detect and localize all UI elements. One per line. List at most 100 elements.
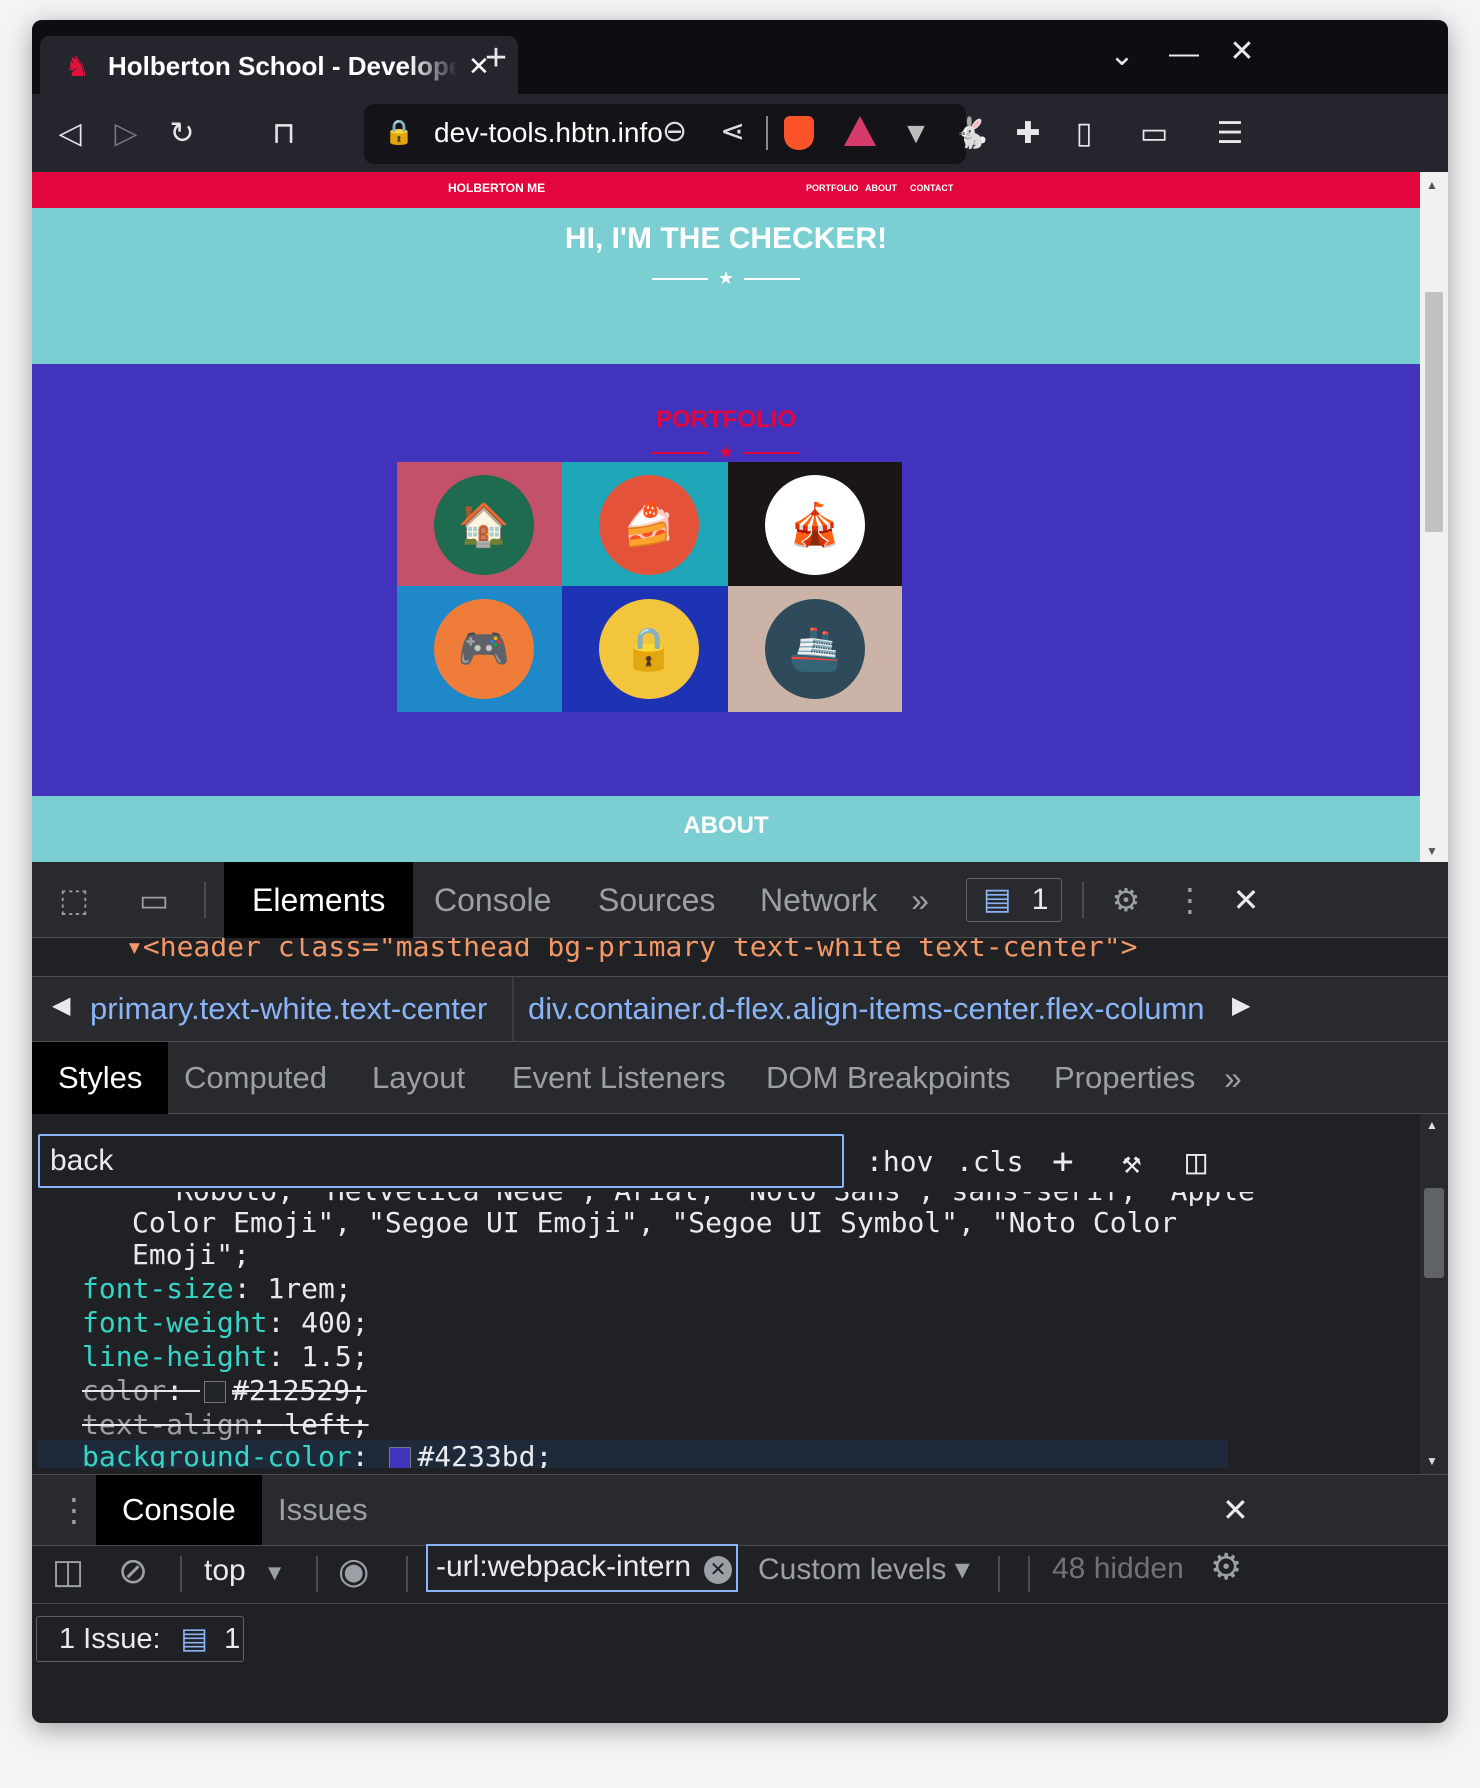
close-devtools-icon[interactable]: ✕ [1222, 862, 1270, 938]
minimize-icon[interactable]: — [1162, 34, 1206, 74]
tab-list-icon[interactable]: ⌄ [1100, 36, 1144, 76]
tab-styles[interactable]: Styles [32, 1042, 169, 1114]
breadcrumb: ◀ primary.text-white.text-center div.con… [32, 976, 1448, 1042]
close-drawer-icon[interactable]: ✕ [1222, 1475, 1249, 1545]
paint-brush-icon[interactable]: ⚒ [1122, 1138, 1141, 1186]
styles-filter-input[interactable] [38, 1134, 844, 1188]
zoom-icon[interactable]: ⊖ [662, 114, 687, 149]
window-close-icon[interactable]: ✕ [1220, 32, 1264, 72]
tab-elements[interactable]: Elements [224, 862, 414, 938]
hover-state-button[interactable]: :hov [866, 1138, 933, 1186]
portfolio-item[interactable]: 🔒 [562, 586, 736, 712]
tab-dom-breakpoints[interactable]: DOM Breakpoints [740, 1042, 1037, 1114]
brave-shields-icon[interactable] [784, 116, 814, 150]
browser-tab[interactable]: ♞ Holberton School - Developer t ✕ [40, 36, 518, 96]
new-tab-button[interactable]: + [474, 38, 518, 78]
dom-node-header[interactable]: ▾<header class="masthead bg-primary text… [126, 938, 1137, 963]
site-brand[interactable]: HOLBERTON ME [448, 181, 545, 195]
breadcrumb-right-icon[interactable]: ▶ [1232, 991, 1250, 1020]
hero-divider: ★ [32, 268, 1420, 289]
device-toolbar-icon[interactable]: ▭ [126, 862, 182, 938]
chevron-down-icon: ▼ [263, 1560, 286, 1585]
hero-title: HI, I'M THE CHECKER! [564, 222, 888, 255]
drawer-menu-icon[interactable]: ⋮ [58, 1475, 90, 1545]
vpn-icon[interactable]: ▼ [894, 114, 938, 154]
address-bar[interactable]: 🔒 dev-tools.hbtn.info ⊖ ⋖ [364, 104, 966, 164]
rabbit-extension-icon[interactable]: 🐇 [950, 114, 994, 154]
nav-link-about[interactable]: ABOUT [865, 183, 897, 193]
portfolio-item[interactable]: 🎪 [728, 462, 902, 588]
portfolio-item[interactable]: 🍰 [562, 462, 736, 588]
console-settings-icon[interactable]: ⚙ [1210, 1546, 1242, 1588]
game-controller-icon: 🎮 [434, 599, 534, 699]
tab-sources[interactable]: Sources [570, 862, 743, 938]
scroll-up-icon[interactable]: ▲ [1426, 178, 1438, 192]
issues-count: 1 [1031, 883, 1049, 916]
menu-icon[interactable]: ☰ [1208, 114, 1252, 154]
portfolio-item[interactable]: 🎮 [397, 586, 571, 712]
portfolio-divider: ★ [32, 442, 1420, 463]
console-sidebar-icon[interactable]: ◫ [52, 1552, 84, 1592]
bookmark-icon[interactable]: ⊓ [262, 114, 306, 154]
color-swatch[interactable] [389, 1447, 412, 1468]
forward-icon[interactable]: ▷ [104, 114, 148, 154]
css-value-continuation: Emoji"; [132, 1238, 251, 1271]
log-levels-dropdown[interactable]: Custom levels ▾ [758, 1552, 970, 1587]
brave-rewards-icon[interactable] [844, 116, 876, 146]
reload-icon[interactable]: ↻ [160, 114, 204, 154]
class-toggle-button[interactable]: .cls [956, 1138, 1023, 1186]
context-selector[interactable]: top ▼ [204, 1554, 286, 1588]
portfolio-item[interactable]: 🚢 [728, 586, 902, 712]
css-declaration-overridden[interactable]: color: #212529; [82, 1374, 367, 1408]
new-rule-icon[interactable]: + [1052, 1138, 1074, 1186]
back-icon[interactable]: ◁ [48, 114, 92, 154]
css-declaration[interactable]: font-size: 1rem; [82, 1272, 352, 1306]
more-tabs-icon[interactable]: » [900, 862, 940, 938]
tab-event-listeners[interactable]: Event Listeners [486, 1042, 752, 1114]
issues-link[interactable]: 1 Issue: ▤ 1 [36, 1616, 244, 1662]
css-rules: Roboto, "Helvetica Neue", Arial, "Noto S… [32, 1192, 1420, 1468]
extensions-icon[interactable]: ✚ [1006, 114, 1050, 154]
scroll-up-icon[interactable]: ▲ [1426, 1118, 1438, 1132]
about-title: ABOUT [683, 812, 769, 839]
lock-icon: 🔒 [384, 119, 414, 146]
styles-scrollbar-thumb[interactable] [1424, 1188, 1444, 1278]
sidebar-icon[interactable]: ▯ [1062, 114, 1106, 154]
portfolio-item[interactable]: 🏠 [397, 462, 571, 588]
css-declaration[interactable]: line-height: 1.5; [82, 1340, 369, 1374]
css-declaration-overridden[interactable]: text-align: left; [82, 1408, 369, 1442]
styles-scrollbar[interactable]: ▲ ▼ [1420, 1114, 1448, 1474]
drawer-tab-console[interactable]: Console [96, 1475, 262, 1545]
scroll-down-icon[interactable]: ▼ [1426, 844, 1438, 858]
tab-computed[interactable]: Computed [158, 1042, 353, 1114]
console-filter-input[interactable]: -url:webpack-intern [426, 1544, 738, 1592]
nav-link-portfolio[interactable]: PORTFOLIO [806, 183, 859, 193]
drawer-tab-issues[interactable]: Issues [252, 1475, 394, 1545]
inspect-element-icon[interactable]: ⬚ [50, 862, 98, 938]
live-expression-eye-icon[interactable]: ◉ [338, 1550, 369, 1592]
seahorse-favicon-icon: ♞ [64, 50, 90, 82]
share-icon[interactable]: ⋖ [720, 114, 745, 149]
kebab-menu-icon[interactable]: ⋮ [1170, 862, 1210, 938]
more-styles-tabs-icon[interactable]: » [1224, 1042, 1242, 1114]
tab-console[interactable]: Console [406, 862, 579, 938]
tab-layout[interactable]: Layout [346, 1042, 491, 1114]
breadcrumb-item[interactable]: div.container.d-flex.align-items-center.… [528, 991, 1205, 1027]
nav-link-contact[interactable]: CONTACT [910, 183, 953, 193]
clear-console-icon[interactable]: ⊘ [118, 1550, 148, 1592]
css-declaration-highlighted[interactable]: background-color: #4233bd; [38, 1440, 1228, 1468]
css-declaration[interactable]: font-weight: 400; [82, 1306, 369, 1340]
tab-properties[interactable]: Properties [1028, 1042, 1221, 1114]
dom-tree[interactable]: ▾<header class="masthead bg-primary text… [32, 938, 1448, 976]
breadcrumb-left-icon[interactable]: ◀ [52, 991, 70, 1020]
settings-gear-icon[interactable]: ⚙ [1102, 862, 1150, 938]
tab-network[interactable]: Network [732, 862, 905, 938]
color-swatch[interactable] [204, 1381, 227, 1403]
breadcrumb-item[interactable]: primary.text-white.text-center [90, 991, 487, 1027]
issues-counter[interactable]: ▤ 1 [966, 878, 1062, 922]
clear-filter-icon[interactable]: ✕ [704, 1556, 732, 1584]
scroll-down-icon[interactable]: ▼ [1426, 1454, 1438, 1468]
wallet-icon[interactable]: ▭ [1132, 114, 1176, 154]
toggle-sidebar-icon[interactable]: ◫ [1186, 1138, 1206, 1186]
page-scrollbar-thumb[interactable] [1425, 292, 1443, 532]
